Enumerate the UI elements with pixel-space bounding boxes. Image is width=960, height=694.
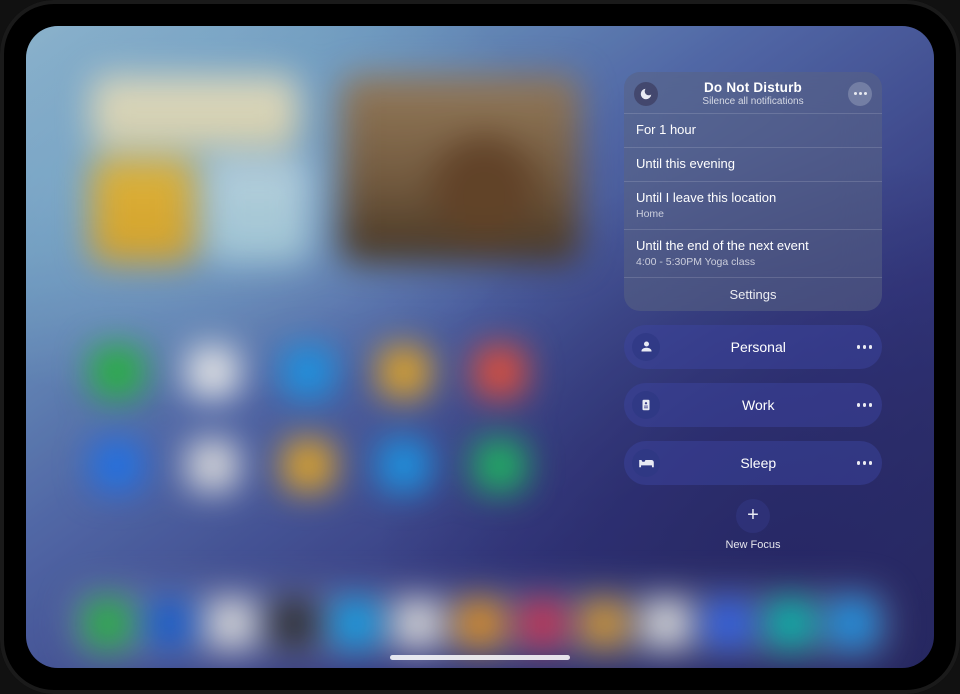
bed-icon xyxy=(632,449,660,477)
dnd-option-label: For 1 hour xyxy=(636,122,696,137)
focus-mode-work[interactable]: Work xyxy=(624,383,882,427)
moon-icon xyxy=(634,82,658,106)
new-focus-button[interactable]: + New Focus xyxy=(624,499,882,551)
focus-panel: Do Not Disturb Silence all notifications… xyxy=(624,72,882,551)
focus-more-button[interactable] xyxy=(857,345,873,349)
focus-more-button[interactable] xyxy=(857,461,873,465)
dnd-option-label: Until I leave this location xyxy=(636,190,776,205)
new-focus-label: New Focus xyxy=(725,539,780,551)
focus-label: Work xyxy=(670,397,847,413)
dnd-header[interactable]: Do Not Disturb Silence all notifications xyxy=(624,72,882,113)
dnd-option-location[interactable]: Until I leave this location Home xyxy=(624,181,882,229)
home-indicator[interactable] xyxy=(390,655,570,660)
dnd-option-detail: Home xyxy=(636,208,870,220)
focus-label: Sleep xyxy=(670,455,847,471)
dnd-option-detail: 4:00 - 5:30PM Yoga class xyxy=(636,256,870,268)
screen: Do Not Disturb Silence all notifications… xyxy=(26,26,934,668)
dnd-option-1hour[interactable]: For 1 hour xyxy=(624,113,882,147)
dnd-option-label: Until the end of the next event xyxy=(636,238,809,253)
badge-icon xyxy=(632,391,660,419)
dnd-more-button[interactable] xyxy=(848,82,872,106)
dnd-option-evening[interactable]: Until this evening xyxy=(624,147,882,181)
dnd-option-event[interactable]: Until the end of the next event 4:00 - 5… xyxy=(624,229,882,277)
focus-mode-personal[interactable]: Personal xyxy=(624,325,882,369)
settings-label: Settings xyxy=(730,287,777,302)
focus-mode-sleep[interactable]: Sleep xyxy=(624,441,882,485)
plus-icon: + xyxy=(736,499,770,533)
dnd-title-block: Do Not Disturb Silence all notifications xyxy=(666,80,840,107)
focus-more-button[interactable] xyxy=(857,403,873,407)
person-icon xyxy=(632,333,660,361)
dnd-option-label: Until this evening xyxy=(636,156,735,171)
dnd-card: Do Not Disturb Silence all notifications… xyxy=(624,72,882,311)
ipad-frame: Do Not Disturb Silence all notifications… xyxy=(0,0,960,694)
dnd-settings-button[interactable]: Settings xyxy=(624,277,882,311)
dnd-title: Do Not Disturb xyxy=(666,80,840,95)
dnd-subtitle: Silence all notifications xyxy=(666,96,840,107)
focus-label: Personal xyxy=(670,339,847,355)
